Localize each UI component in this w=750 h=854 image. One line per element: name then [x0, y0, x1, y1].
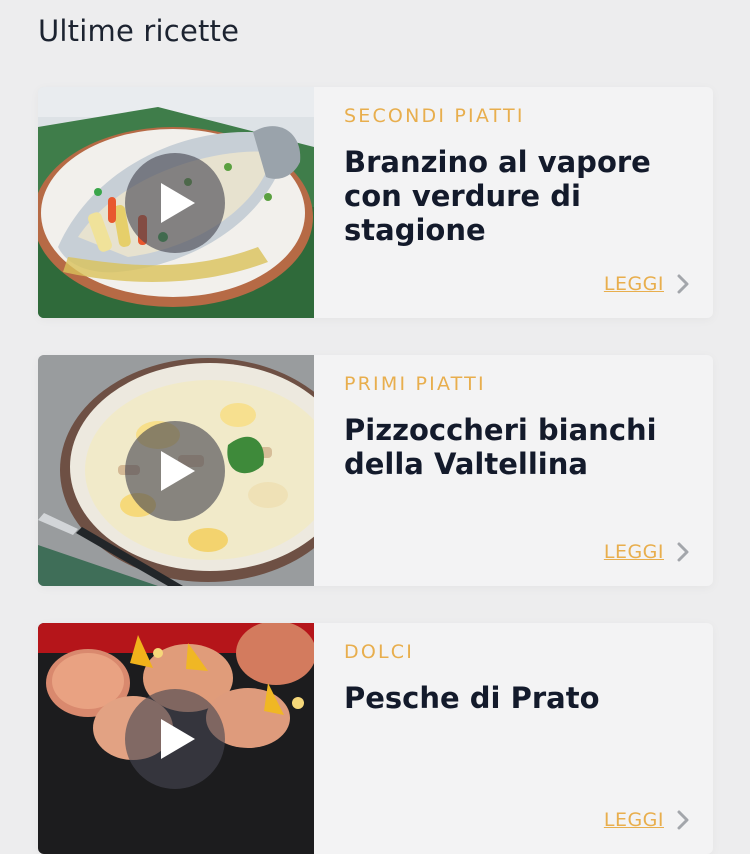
- chevron-right-icon[interactable]: [677, 274, 689, 294]
- recipe-card[interactable]: SECONDI PIATTI Branzino al vapore con ve…: [38, 87, 713, 318]
- recipe-info: PRIMI PIATTI Pizzoccheri bianchi della V…: [344, 355, 689, 586]
- recipe-card[interactable]: PRIMI PIATTI Pizzoccheri bianchi della V…: [38, 355, 713, 586]
- chevron-right-icon[interactable]: [677, 810, 689, 830]
- chevron-right-icon[interactable]: [677, 542, 689, 562]
- read-more-link[interactable]: LEGGI: [604, 541, 689, 563]
- recipe-title[interactable]: Pesche di Prato: [344, 681, 694, 715]
- recipe-title[interactable]: Pizzoccheri bianchi della Valtellina: [344, 413, 694, 481]
- play-icon: [161, 719, 195, 759]
- recipe-category[interactable]: DOLCI: [344, 641, 414, 663]
- read-more-link[interactable]: LEGGI: [604, 273, 689, 295]
- recipe-image[interactable]: [38, 355, 314, 586]
- read-more-link[interactable]: LEGGI: [604, 809, 689, 831]
- play-icon: [161, 451, 195, 491]
- play-icon: [161, 183, 195, 223]
- play-video-button[interactable]: [125, 153, 225, 253]
- page-title: Ultime ricette: [38, 14, 240, 48]
- recipe-image[interactable]: [38, 87, 314, 318]
- read-more-label[interactable]: LEGGI: [604, 541, 664, 563]
- play-video-button[interactable]: [125, 421, 225, 521]
- play-video-button[interactable]: [125, 689, 225, 789]
- read-more-label[interactable]: LEGGI: [604, 809, 664, 831]
- recipe-category[interactable]: PRIMI PIATTI: [344, 373, 486, 395]
- recipe-card[interactable]: DOLCI Pesche di Prato LEGGI: [38, 623, 713, 854]
- recipe-image[interactable]: [38, 623, 314, 854]
- recipe-info: SECONDI PIATTI Branzino al vapore con ve…: [344, 87, 689, 318]
- read-more-label[interactable]: LEGGI: [604, 273, 664, 295]
- recipe-category[interactable]: SECONDI PIATTI: [344, 105, 525, 127]
- recipe-info: DOLCI Pesche di Prato LEGGI: [344, 623, 689, 854]
- recipe-title[interactable]: Branzino al vapore con verdure di stagio…: [344, 145, 694, 247]
